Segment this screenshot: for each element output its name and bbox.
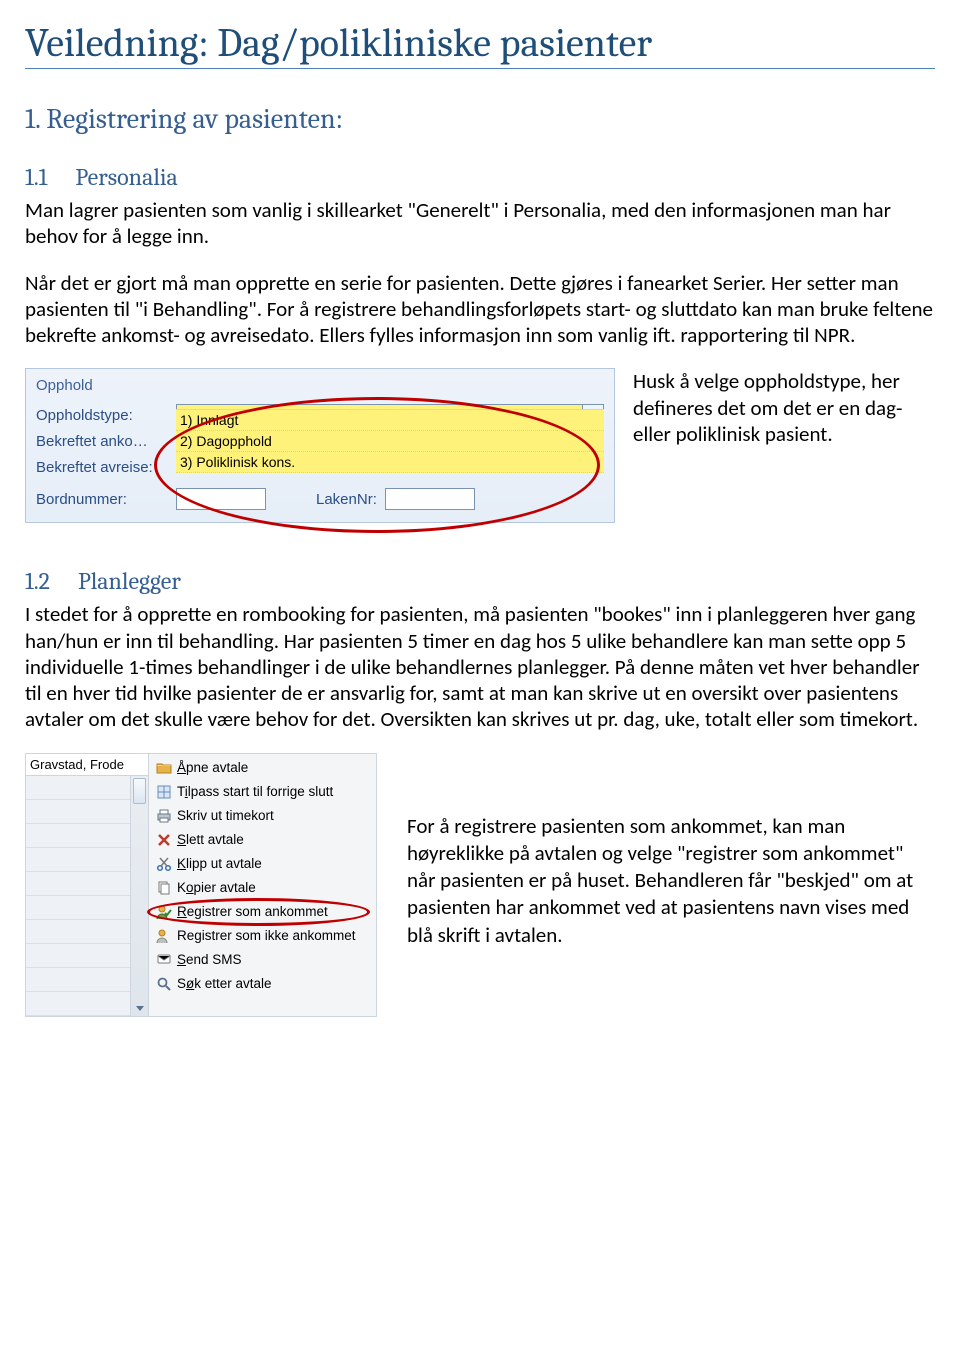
person-check-icon: [151, 904, 177, 920]
context-menu-screenshot: Gravstad, Frode Åpne avtale Tilpass start…: [25, 753, 377, 1017]
search-icon: [151, 976, 177, 992]
copy-icon: [151, 880, 177, 896]
opphold-panel: Opphold Oppholdstype: 1) Innlagt Bekreft…: [25, 368, 615, 523]
resize-icon: [151, 784, 177, 800]
sms-icon: [151, 952, 177, 968]
menu-item-search[interactable]: Søk etter avtale: [151, 972, 374, 996]
menu-item-resize[interactable]: Tilpass start til forrige slutt: [151, 780, 374, 804]
scrollbar[interactable]: [130, 776, 148, 1016]
menu-item-delete[interactable]: Slett avtale: [151, 828, 374, 852]
section-1-1-aside: Husk å velge oppholdstype, her defineres…: [633, 368, 935, 447]
lakennr-field[interactable]: [385, 488, 475, 510]
menu-item-folder-open[interactable]: Åpne avtale: [151, 756, 374, 780]
menu-item-label: Slett avtale: [177, 832, 244, 847]
menu-item-label: Send SMS: [177, 952, 242, 967]
menu-item-person-check[interactable]: Registrer som ankommet: [151, 900, 374, 924]
section-1-1-title: Personalia: [75, 163, 177, 191]
section-1-2-para: I stedet for å opprette en rombooking fo…: [25, 601, 935, 732]
menu-item-label: Registrer som ankommet: [177, 904, 328, 919]
person-x-icon: [151, 928, 177, 944]
context-menu: Åpne avtale Tilpass start til forrige slu…: [149, 754, 376, 1016]
folder-open-icon: [151, 760, 177, 776]
menu-item-label: Registrer som ikke ankommet: [177, 928, 356, 943]
section-1-2-number: 1.2: [25, 567, 50, 595]
section-1-heading: 1. Registrering av pasienten:: [25, 103, 935, 135]
section-1-1-heading: 1.1 Personalia: [25, 163, 935, 191]
oppholdstype-option-1[interactable]: 1) Innlagt: [176, 410, 604, 431]
section-1-2-title: Planlegger: [78, 567, 181, 595]
menu-item-sms[interactable]: Send SMS: [151, 948, 374, 972]
menu-item-cut[interactable]: Klipp ut avtale: [151, 852, 374, 876]
bordnummer-label: Bordnummer:: [36, 491, 176, 508]
scroll-thumb[interactable]: [133, 778, 146, 804]
section-1-number: 1.: [25, 103, 40, 135]
menu-item-copy[interactable]: Kopier avtale: [151, 876, 374, 900]
print-icon: [151, 808, 177, 824]
scroll-down-icon[interactable]: [131, 1000, 148, 1016]
section-1-2-aside: For å registrere pasienten som ankommet,…: [407, 753, 935, 949]
page-title: Veiledning: Dag/polikliniske pasienter: [25, 20, 935, 69]
oppholdstype-option-3[interactable]: 3) Poliklinisk kons.: [176, 452, 604, 473]
section-1-1-para2: Når det er gjort må man opprette en seri…: [25, 270, 935, 349]
bordnummer-field[interactable]: [176, 488, 266, 510]
bekreftet-anko-label: Bekreftet anko…: [36, 433, 176, 450]
menu-item-label: Kopier avtale: [177, 880, 256, 895]
section-1-1-para1: Man lagrer pasienten som vanlig i skille…: [25, 197, 935, 250]
cut-icon: [151, 856, 177, 872]
menu-item-label: Søk etter avtale: [177, 976, 272, 991]
menu-item-label: Klipp ut avtale: [177, 856, 262, 871]
lakennr-label: LakenNr:: [316, 491, 377, 508]
menu-item-print[interactable]: Skriv ut timekort: [151, 804, 374, 828]
menu-item-label: Tilpass start til forrige slutt: [177, 784, 333, 799]
section-1-title: Registrering av pasienten:: [46, 103, 343, 135]
bekreftet-avreise-label: Bekreftet avreise:: [36, 459, 176, 476]
patient-name-cell: Gravstad, Frode: [26, 754, 148, 776]
delete-icon: [151, 832, 177, 848]
oppholdstype-option-2[interactable]: 2) Dagopphold: [176, 431, 604, 452]
menu-item-label: Åpne avtale: [177, 760, 248, 775]
section-1-1-number: 1.1: [25, 163, 47, 191]
oppholdstype-label: Oppholdstype:: [36, 407, 176, 424]
menu-item-label: Skriv ut timekort: [177, 808, 274, 823]
section-1-2-heading: 1.2 Planlegger: [25, 567, 935, 595]
oppholdstype-dropdown[interactable]: 1) Innlagt 2) Dagopphold 3) Poliklinisk …: [176, 409, 604, 473]
menu-item-person-x[interactable]: Registrer som ikke ankommet: [151, 924, 374, 948]
opphold-header: Opphold: [36, 377, 604, 394]
